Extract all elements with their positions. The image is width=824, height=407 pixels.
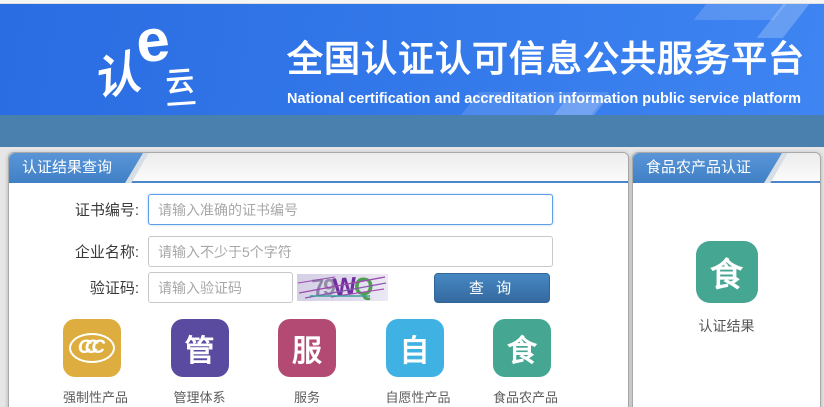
category-label: 自愿性产品 — [386, 387, 444, 406]
category-label: 管理体系 — [171, 387, 229, 406]
site-logo[interactable]: 认 e 云 — [92, 14, 212, 110]
category-service[interactable]: 服 服务 — [278, 319, 336, 406]
company-name-label: 企业名称: — [9, 241, 148, 262]
ccc-mark-icon: CCC — [63, 319, 121, 377]
food-cert-panel-body: 食 认证结果 — [633, 241, 820, 336]
logo-ren-glyph: 认 — [86, 36, 145, 110]
food-result-icon[interactable]: 食 — [696, 241, 758, 303]
category-label: 强制性产品 — [63, 387, 121, 406]
category-voluntary-product[interactable]: 自 自愿性产品 — [386, 319, 444, 406]
cert-number-input[interactable] — [148, 194, 553, 225]
category-shortcuts: CCC 强制性产品 管 管理体系 服 服务 — [9, 314, 628, 406]
food-cert-panel: 食品农产品认证 食 认证结果 — [632, 152, 821, 407]
site-header: 认 e 云 全国认证认可信息公共服务平台 National certificat… — [0, 4, 824, 115]
company-name-row: 企业名称: — [9, 236, 628, 267]
category-label: 服务 — [278, 387, 336, 406]
ccc-ellipse-glyph: CCC — [69, 333, 115, 363]
panel-tab-cert-query: 认证结果查询 — [9, 153, 143, 183]
main-content: 认证结果查询 证书编号: 企业名称: 验证码: 7 9 W Q — [0, 147, 824, 407]
voluntary-glyph: 自 — [400, 326, 430, 370]
food-icon: 食 — [493, 319, 551, 377]
cert-query-panel-header: 认证结果查询 — [9, 153, 628, 183]
category-management-system[interactable]: 管 管理体系 — [171, 319, 229, 406]
food-result-glyph: 食 — [710, 248, 743, 296]
cert-query-panel: 认证结果查询 证书编号: 企业名称: 验证码: 7 9 W Q — [8, 152, 629, 407]
site-title: 全国认证认可信息公共服务平台 — [287, 30, 805, 82]
captcha-char: Q — [353, 275, 374, 301]
food-cert-panel-header: 食品农产品认证 — [633, 153, 820, 183]
voluntary-icon: 自 — [386, 319, 444, 377]
captcha-row: 验证码: 7 9 W Q 查 询 — [9, 272, 628, 303]
title-block: 全国认证认可信息公共服务平台 National certification an… — [287, 30, 805, 107]
food-glyph: 食 — [507, 326, 537, 370]
cert-number-row: 证书编号: — [9, 194, 628, 225]
query-button[interactable]: 查 询 — [434, 273, 550, 303]
category-ccc[interactable]: CCC 强制性产品 — [63, 319, 121, 406]
captcha-label: 验证码: — [9, 277, 148, 298]
logo-yun-glyph: 云 — [164, 59, 195, 106]
category-food-agricultural[interactable]: 食 食品农产品 — [493, 319, 551, 406]
service-glyph: 服 — [292, 326, 322, 370]
site-subtitle: National certification and accreditation… — [287, 91, 805, 107]
captcha-input[interactable] — [148, 272, 293, 303]
management-icon: 管 — [171, 319, 229, 377]
panel-tab-food-cert: 食品农产品认证 — [633, 153, 782, 183]
cert-query-form: 证书编号: 企业名称: 验证码: 7 9 W Q — [9, 183, 628, 406]
company-name-input[interactable] — [148, 236, 553, 267]
management-glyph: 管 — [185, 326, 215, 370]
cert-number-label: 证书编号: — [9, 199, 148, 220]
category-label: 食品农产品 — [493, 387, 551, 406]
captcha-image[interactable]: 7 9 W Q — [297, 274, 388, 301]
service-icon: 服 — [278, 319, 336, 377]
main-navbar — [0, 115, 824, 147]
food-result-label: 认证结果 — [633, 316, 820, 336]
